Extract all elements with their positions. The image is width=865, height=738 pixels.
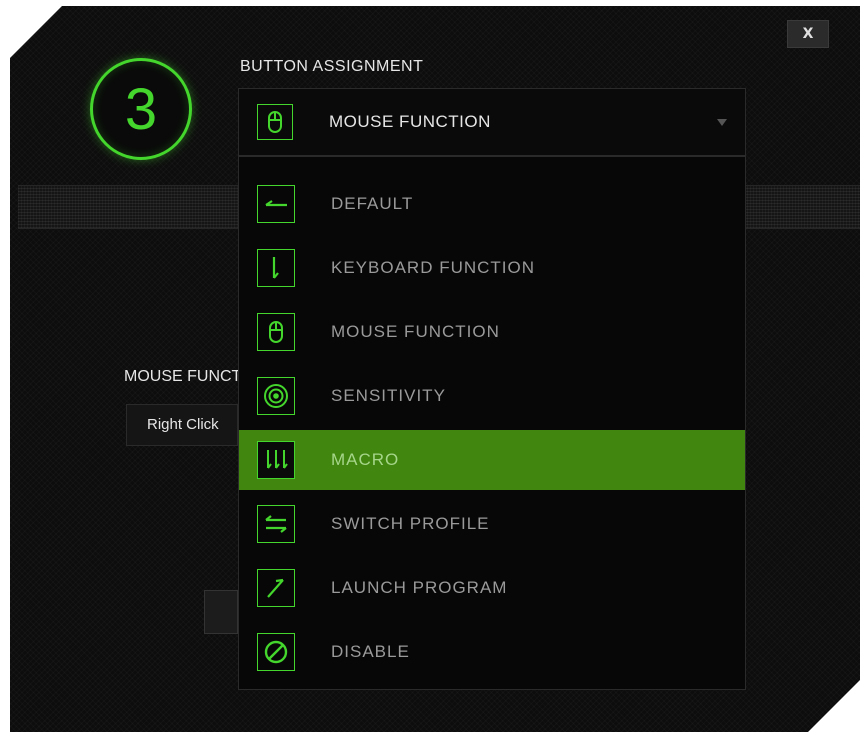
- option-label: KEYBOARD FUNCTION: [331, 258, 536, 277]
- option-label: MACRO: [331, 450, 400, 469]
- assignment-options-list: DEFAULT KEYBOARD FUNCTION MOUSE FUNCTION…: [238, 156, 746, 690]
- chevron-down-icon: [717, 118, 727, 126]
- option-launch-program[interactable]: LAUNCH PROGRAM: [239, 558, 745, 618]
- macro-icon: [257, 441, 295, 479]
- launch-program-icon: [257, 569, 295, 607]
- option-label: MOUSE FUNCTION: [331, 322, 500, 341]
- option-label: SENSITIVITY: [331, 386, 446, 405]
- option-label: DISABLE: [331, 642, 410, 661]
- page-title: BUTTON ASSIGNMENT: [240, 58, 424, 75]
- option-label: DEFAULT: [331, 194, 414, 213]
- option-label: SWITCH PROFILE: [331, 514, 490, 533]
- option-sensitivity[interactable]: SENSITIVITY: [239, 366, 745, 426]
- mouse-icon: [257, 313, 295, 351]
- option-mouse-function[interactable]: MOUSE FUNCTION: [239, 302, 745, 362]
- option-disable[interactable]: DISABLE: [239, 622, 745, 682]
- mouse-function-label: MOUSE FUNCTION: [124, 368, 238, 385]
- close-button[interactable]: X: [787, 20, 829, 48]
- option-keyboard-function[interactable]: KEYBOARD FUNCTION: [239, 238, 745, 298]
- switch-profile-icon: [257, 505, 295, 543]
- disable-icon: [257, 633, 295, 671]
- sensitivity-icon: [257, 377, 295, 415]
- default-arrow-icon: [257, 185, 295, 223]
- mouse-icon: [257, 104, 293, 140]
- button-number-badge: 3: [90, 58, 192, 160]
- option-label: LAUNCH PROGRAM: [331, 578, 508, 597]
- option-switch-profile[interactable]: SWITCH PROFILE: [239, 494, 745, 554]
- option-default[interactable]: DEFAULT: [239, 174, 745, 234]
- selected-option-label: MOUSE FUNCTION: [329, 112, 491, 131]
- option-macro[interactable]: MACRO: [239, 430, 745, 490]
- save-button[interactable]: [204, 590, 238, 634]
- assignment-dropdown[interactable]: MOUSE FUNCTION: [238, 88, 746, 156]
- keyboard-function-icon: [257, 249, 295, 287]
- mouse-function-select[interactable]: Right Click: [126, 404, 238, 446]
